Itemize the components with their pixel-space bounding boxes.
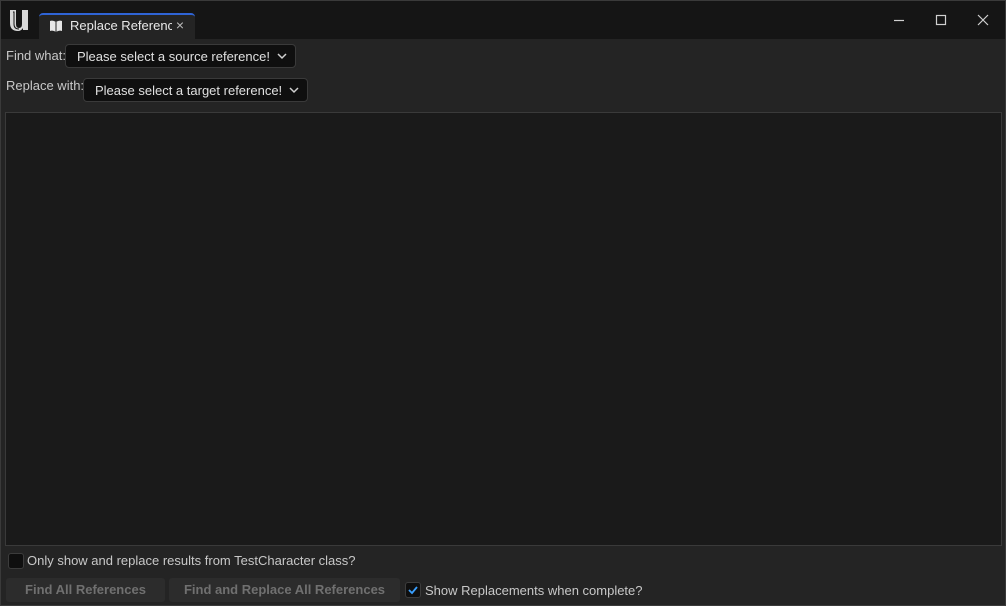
chevron-down-icon: [277, 53, 287, 60]
show-replacements-label: Show Replacements when complete?: [425, 583, 643, 598]
find-what-label: Find what:: [6, 48, 66, 63]
source-reference-value: Please select a source reference!: [77, 49, 270, 64]
show-replacements-checkbox[interactable]: [405, 582, 421, 598]
tab-close-icon[interactable]: ×: [173, 17, 187, 33]
tab-label: Replace Referenc: [70, 18, 172, 33]
target-reference-value: Please select a target reference!: [95, 83, 283, 98]
book-icon: [50, 20, 62, 32]
close-button[interactable]: [963, 5, 1003, 35]
maximize-button[interactable]: [921, 5, 961, 35]
tab-replace-references[interactable]: Replace Referenc ×: [39, 13, 195, 39]
checkmark-icon: [408, 586, 418, 595]
results-list[interactable]: [5, 112, 1002, 546]
source-reference-dropdown[interactable]: Please select a source reference!: [65, 44, 296, 68]
find-all-references-button[interactable]: Find All References: [6, 578, 165, 602]
minimize-icon: [894, 19, 904, 22]
replace-references-window: Replace Referenc × Find what: Please sel…: [0, 0, 1006, 606]
find-and-replace-all-button[interactable]: Find and Replace All References: [169, 578, 400, 602]
maximize-icon: [935, 14, 947, 26]
chevron-down-icon: [289, 87, 299, 94]
minimize-button[interactable]: [879, 5, 919, 35]
replace-with-label: Replace with:: [6, 78, 85, 93]
title-bar: Replace Referenc ×: [1, 1, 1005, 39]
close-icon: [977, 14, 989, 26]
target-reference-dropdown[interactable]: Please select a target reference!: [83, 78, 308, 102]
only-class-checkbox[interactable]: [8, 553, 24, 569]
only-class-label: Only show and replace results from TestC…: [27, 553, 356, 568]
unreal-logo-icon: [10, 10, 28, 31]
